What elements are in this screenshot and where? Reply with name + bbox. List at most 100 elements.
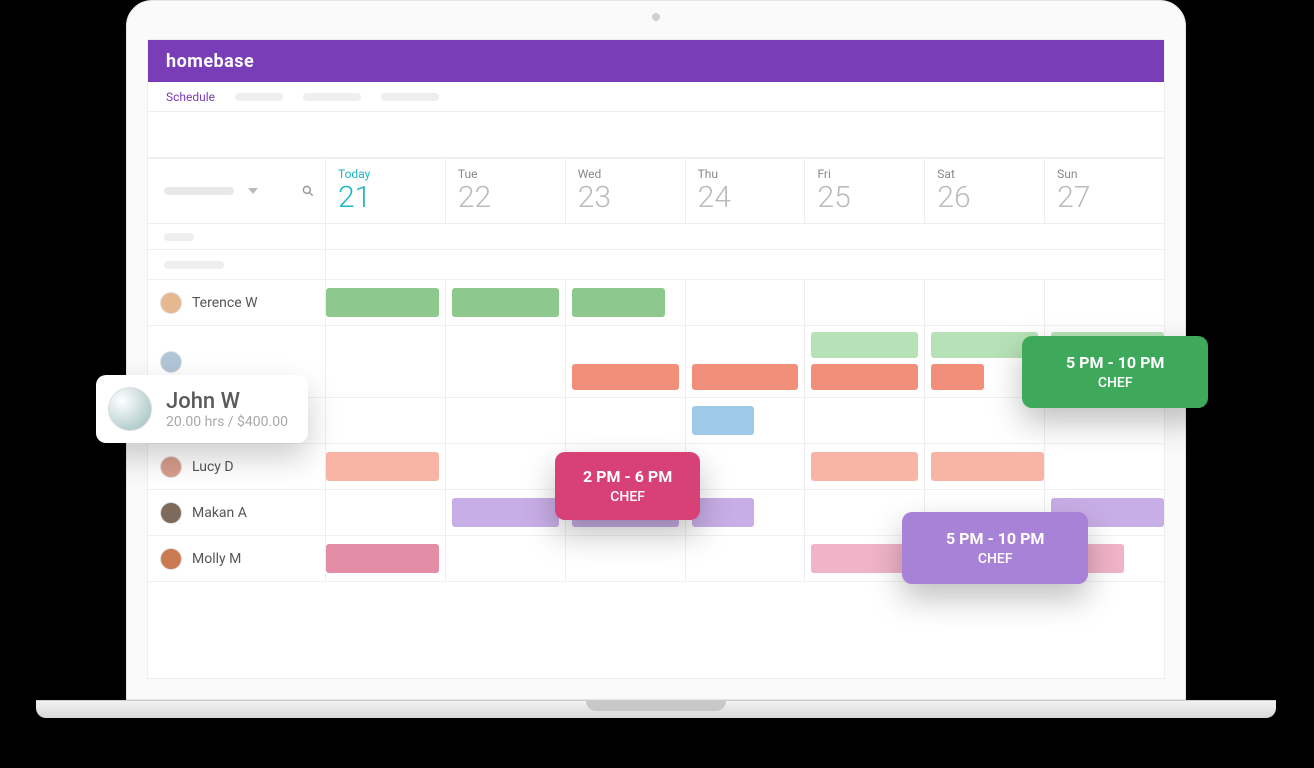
day-cell[interactable] (925, 280, 1045, 325)
day-header[interactable]: Today 21 (326, 159, 446, 223)
day-cell[interactable] (566, 280, 686, 325)
shift-block[interactable] (811, 452, 918, 481)
laptop-base (36, 700, 1276, 718)
day-cell[interactable] (566, 490, 686, 535)
shift-block[interactable] (326, 288, 439, 317)
day-cell[interactable] (925, 444, 1045, 489)
shift-block[interactable] (692, 406, 755, 435)
avatar (160, 548, 182, 570)
avatar (160, 351, 182, 373)
day-cell[interactable] (1045, 326, 1164, 397)
shift-block[interactable] (452, 498, 559, 527)
day-cell[interactable] (805, 536, 925, 581)
day-cell[interactable] (566, 444, 686, 489)
nav-tab-placeholder[interactable] (303, 93, 361, 101)
day-cell[interactable] (925, 536, 1045, 581)
day-cell[interactable] (326, 444, 446, 489)
filter-placeholder (164, 187, 234, 195)
day-cell[interactable] (805, 398, 925, 443)
laptop-frame: homebase Schedule Today 21 Tue (126, 0, 1186, 700)
shift-block[interactable] (931, 544, 1038, 573)
day-header[interactable]: Wed 23 (566, 159, 686, 223)
employee-name: Lucy D (192, 459, 234, 475)
day-cell[interactable] (686, 280, 806, 325)
day-cell[interactable] (326, 280, 446, 325)
day-cell[interactable] (805, 444, 925, 489)
shift-block[interactable] (1051, 332, 1164, 358)
day-cell[interactable] (805, 280, 925, 325)
app-screen: homebase Schedule Today 21 Tue (147, 39, 1165, 679)
day-header[interactable]: Fri 25 (805, 159, 925, 223)
shift-block[interactable] (931, 332, 1038, 358)
day-header[interactable]: Sat 26 (925, 159, 1045, 223)
search-icon[interactable] (301, 184, 315, 198)
shift-block[interactable] (811, 544, 918, 573)
day-cell[interactable] (446, 280, 566, 325)
employee-filter[interactable] (148, 159, 326, 223)
shift-block[interactable] (811, 364, 918, 390)
day-number: 23 (578, 181, 675, 214)
shift-block[interactable] (326, 452, 439, 481)
nav-tab-schedule[interactable]: Schedule (166, 90, 215, 104)
shift-block[interactable] (572, 288, 665, 317)
popup-employee-name: John W (166, 389, 288, 414)
day-cell[interactable] (566, 326, 686, 397)
day-cell[interactable] (1045, 280, 1164, 325)
day-cell[interactable] (566, 398, 686, 443)
day-cell[interactable] (805, 490, 925, 535)
shift-block[interactable] (452, 288, 559, 317)
day-label: Thu (698, 167, 795, 181)
shift-block[interactable] (1051, 498, 1164, 527)
day-cell[interactable] (1045, 398, 1164, 443)
day-header[interactable]: Tue 22 (446, 159, 566, 223)
day-number: 26 (937, 181, 1034, 214)
shift-block[interactable] (692, 364, 799, 390)
day-cell[interactable] (686, 398, 806, 443)
day-cell[interactable] (326, 536, 446, 581)
employee-row: Makan A (148, 490, 1164, 536)
day-cell[interactable] (686, 490, 806, 535)
employee-cell[interactable]: Molly M (148, 536, 326, 581)
day-cell[interactable] (686, 326, 806, 397)
employee-cell[interactable]: Makan A (148, 490, 326, 535)
shift-block[interactable] (572, 364, 679, 390)
day-cell[interactable] (446, 326, 566, 397)
shift-block[interactable] (572, 498, 679, 527)
day-cell[interactable] (805, 326, 925, 397)
day-header[interactable]: Sun 27 (1045, 159, 1164, 223)
sub-nav: Schedule (148, 82, 1164, 112)
day-cell[interactable] (925, 398, 1045, 443)
day-header[interactable]: Thu 24 (686, 159, 806, 223)
day-cell[interactable] (925, 326, 1045, 397)
shift-block[interactable] (931, 364, 984, 390)
day-cell[interactable] (1045, 444, 1164, 489)
nav-tab-placeholder[interactable] (235, 93, 283, 101)
day-cell[interactable] (326, 490, 446, 535)
day-cell[interactable] (446, 536, 566, 581)
brand-logo: homebase (166, 51, 254, 72)
nav-tab-placeholder[interactable] (381, 93, 439, 101)
shift-block[interactable] (931, 452, 1044, 481)
shift-block[interactable] (692, 498, 755, 527)
avatar (160, 292, 182, 314)
employee-cell[interactable]: Lucy D (148, 444, 326, 489)
summary-row (148, 224, 1164, 250)
day-cell[interactable] (446, 490, 566, 535)
day-cell[interactable] (925, 490, 1045, 535)
shift-block[interactable] (326, 544, 439, 573)
day-cell[interactable] (1045, 490, 1164, 535)
shift-block[interactable] (811, 332, 918, 358)
day-cell[interactable] (446, 444, 566, 489)
employee-cell[interactable]: Terence W (148, 280, 326, 325)
chevron-down-icon (248, 188, 258, 194)
day-cell[interactable] (446, 398, 566, 443)
day-cell[interactable] (326, 398, 446, 443)
employee-popup[interactable]: John W 20.00 hrs / $400.00 (96, 375, 308, 443)
day-cell[interactable] (686, 444, 806, 489)
employee-row: Molly M (148, 536, 1164, 582)
day-cell[interactable] (566, 536, 686, 581)
day-cell[interactable] (686, 536, 806, 581)
day-cell[interactable] (326, 326, 446, 397)
shift-block[interactable] (1051, 544, 1124, 573)
day-cell[interactable] (1045, 536, 1164, 581)
